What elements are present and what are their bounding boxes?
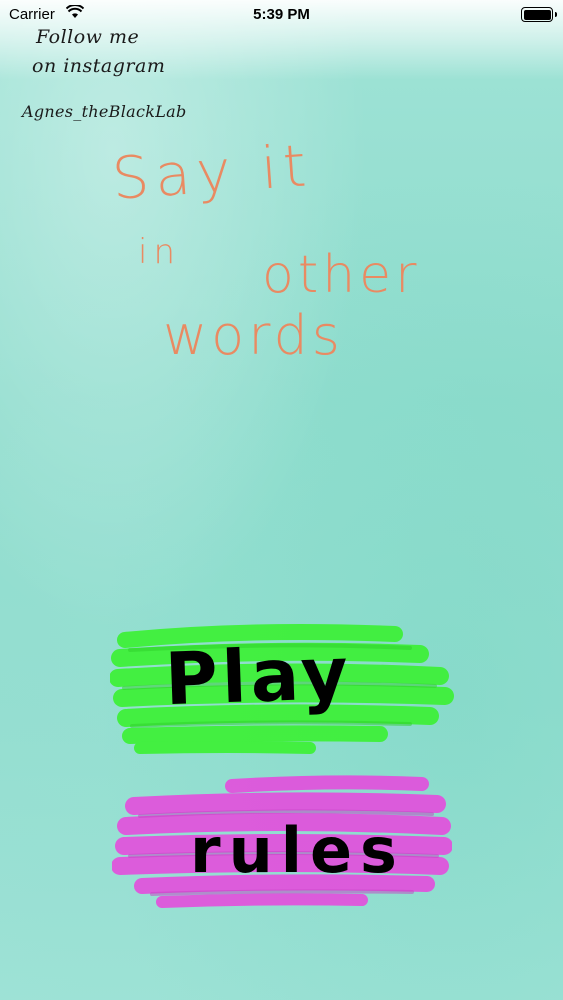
title-line-3: words	[163, 304, 344, 367]
clock: 5:39 PM	[253, 6, 310, 23]
title-line-1: Say it	[109, 131, 315, 213]
title-word-other: other	[262, 245, 421, 305]
instagram-handle[interactable]: Agnes_theBlackLab	[22, 102, 187, 121]
rules-button-label: rules	[190, 814, 405, 887]
title-word-in: in	[138, 232, 181, 272]
promo-line-2: on instagram	[32, 55, 166, 77]
rules-button[interactable]: rules	[112, 772, 452, 917]
play-button[interactable]: Play	[110, 620, 455, 760]
play-button-label: Play	[163, 630, 354, 722]
battery-icon	[521, 7, 557, 22]
promo-line-1: Follow me	[36, 26, 140, 48]
